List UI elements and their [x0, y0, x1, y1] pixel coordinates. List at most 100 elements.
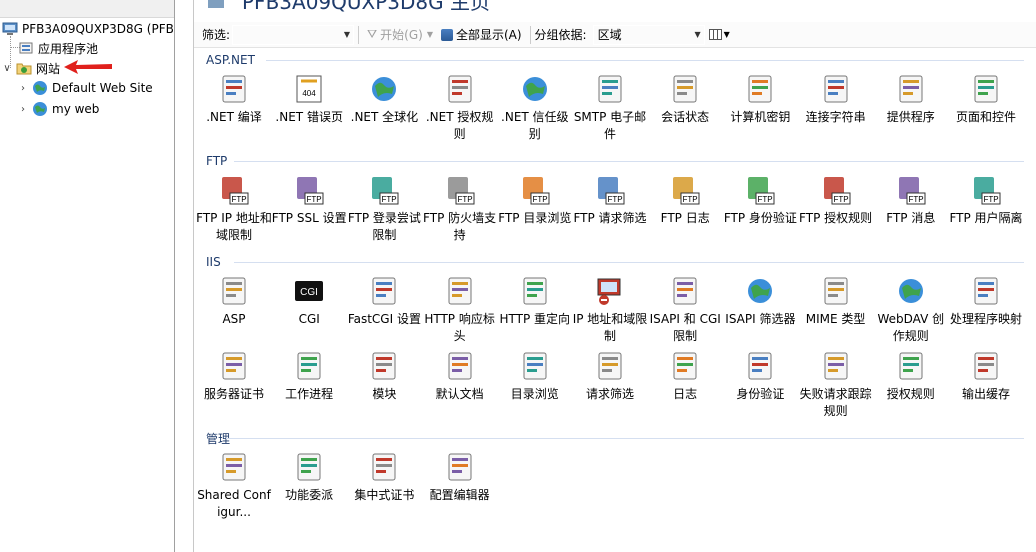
- feature-item[interactable]: 提供程序: [873, 73, 949, 126]
- session-state-icon: [669, 73, 701, 105]
- feature-label: ASP: [222, 312, 246, 326]
- features-view: PFB3A09QUXP3D8G 主页 筛选: ▼ ⛛ 开始(G) ▼ 全部显示(…: [193, 0, 1036, 552]
- feature-item[interactable]: Shared Configur...: [196, 451, 272, 521]
- feature-item[interactable]: HTTP 重定向: [497, 275, 573, 328]
- feature-item[interactable]: 服务器证书: [196, 350, 272, 403]
- tree-node-default-web-site[interactable]: › Default Web Site: [18, 78, 153, 98]
- mime-icon: [820, 275, 852, 307]
- feature-item[interactable]: 页面和控件: [948, 73, 1024, 126]
- feature-item[interactable]: 处理程序映射: [948, 275, 1024, 328]
- feature-item[interactable]: FTP FTP 身份验证: [722, 174, 798, 227]
- feature-item[interactable]: FTP FTP 消息: [873, 174, 949, 227]
- feature-item[interactable]: IP 地址和域限制: [572, 275, 648, 345]
- feature-item[interactable]: FTP FTP 防火墙支持: [422, 174, 498, 244]
- feature-item[interactable]: 默认文档: [422, 350, 498, 403]
- feature-item[interactable]: FTP FTP IP 地址和域限制: [196, 174, 272, 244]
- feature-item[interactable]: .NET 全球化: [346, 73, 422, 126]
- svg-text:FTP: FTP: [457, 195, 472, 204]
- feature-item[interactable]: 目录浏览: [497, 350, 573, 403]
- dropdown-arrow-icon[interactable]: ▼: [344, 30, 350, 39]
- feature-item[interactable]: 失败请求跟踪规则: [798, 350, 874, 420]
- tree-node-my-web[interactable]: › my web: [18, 99, 99, 119]
- feature-label: 输出缓存: [961, 387, 1010, 401]
- feature-item[interactable]: HTTP 响应标头: [422, 275, 498, 345]
- group-header[interactable]: IIS: [206, 254, 221, 270]
- feature-label: SMTP 电子邮件: [573, 110, 647, 141]
- filter-input[interactable]: ▼: [232, 24, 355, 45]
- config-editor-icon: [444, 451, 476, 483]
- group-divider: [226, 438, 1024, 439]
- feature-item[interactable]: 计算机密钥: [722, 73, 798, 126]
- feature-item[interactable]: 会话状态: [647, 73, 723, 126]
- feature-label: 配置编辑器: [429, 488, 490, 502]
- show-all-button[interactable]: 全部显示(A): [437, 25, 526, 45]
- globe-icon: [32, 80, 48, 96]
- feature-item[interactable]: .NET 授权规则: [422, 73, 498, 143]
- feature-label: FTP 日志: [660, 211, 710, 225]
- feature-label: 目录浏览: [510, 387, 559, 401]
- start-filter-button[interactable]: ⛛ 开始(G) ▼: [363, 25, 437, 45]
- svg-text:FTP: FTP: [532, 195, 547, 204]
- feature-label: 提供程序: [886, 110, 935, 124]
- dropdown-arrow-icon[interactable]: ▼: [694, 30, 700, 39]
- server-cert-icon: [218, 350, 250, 382]
- feature-item[interactable]: CGI CGI: [271, 275, 347, 328]
- feature-item[interactable]: 身份验证: [722, 350, 798, 403]
- feature-item[interactable]: FTP FTP 授权规则: [798, 174, 874, 227]
- view-mode-button[interactable]: ▼: [705, 25, 734, 45]
- feature-item[interactable]: 输出缓存: [948, 350, 1024, 403]
- feature-item[interactable]: 配置编辑器: [422, 451, 498, 504]
- feature-label: 日志: [673, 387, 698, 401]
- collapse-chevron-icon[interactable]: ∨: [2, 63, 12, 74]
- tree-node-app-pools[interactable]: 应用程序池: [18, 38, 98, 58]
- feature-item[interactable]: 连接字符串: [798, 73, 874, 126]
- feature-item[interactable]: WebDAV 创作规则: [873, 275, 949, 345]
- group-by-label: 分组依据:: [534, 28, 587, 42]
- ftp-firewall-icon: FTP: [444, 174, 476, 206]
- feature-item[interactable]: 授权规则: [873, 350, 949, 403]
- feature-item[interactable]: 请求筛选: [572, 350, 648, 403]
- shared-config-icon: [218, 451, 250, 483]
- feature-item[interactable]: SMTP 电子邮件: [572, 73, 648, 143]
- feature-item[interactable]: FTP FTP 日志: [647, 174, 723, 227]
- feature-item[interactable]: 日志: [647, 350, 723, 403]
- feature-item[interactable]: FastCGI 设置: [346, 275, 422, 328]
- output-cache-icon: [970, 350, 1002, 382]
- feature-label: 身份验证: [736, 387, 785, 401]
- svg-text:FTP: FTP: [983, 195, 998, 204]
- ftp-logon-icon: FTP: [368, 174, 400, 206]
- feature-item[interactable]: ASP: [196, 275, 272, 328]
- feature-item[interactable]: .NET 编译: [196, 73, 272, 126]
- tree-node-server[interactable]: PFB3A09QUXP3D8G (PFB3A: [2, 19, 174, 39]
- feature-item[interactable]: FTP FTP 请求筛选: [572, 174, 648, 227]
- expand-chevron-icon[interactable]: ›: [18, 83, 28, 94]
- feature-item[interactable]: 应: [1023, 73, 1036, 126]
- feature-item[interactable]: FTP FTP 登录尝试限制: [346, 174, 422, 244]
- tree-node-default-web-site-label: Default Web Site: [52, 81, 153, 95]
- feature-item[interactable]: 工作进程: [271, 350, 347, 403]
- feature-item[interactable]: FTP FTP SSL 设置: [271, 174, 347, 227]
- svg-text:FTP: FTP: [382, 195, 397, 204]
- feature-item[interactable]: FTP FTP 目录浏览: [497, 174, 573, 227]
- feature-item[interactable]: FTP FTP 用户隔离: [948, 174, 1024, 227]
- feature-item[interactable]: ISAPI 和 CGI 限制: [647, 275, 723, 345]
- expand-chevron-icon[interactable]: ›: [18, 104, 28, 115]
- tree-node-sites[interactable]: ∨ 网站: [2, 58, 60, 78]
- feature-item[interactable]: 模块: [346, 350, 422, 403]
- feature-label: .NET 授权规则: [425, 110, 494, 141]
- feature-item[interactable]: 404 .NET 错误页: [271, 73, 347, 126]
- group-header[interactable]: FTP: [206, 153, 227, 169]
- feature-item[interactable]: 功能委派: [271, 451, 347, 504]
- feature-item[interactable]: ISAPI 筛选器: [722, 275, 798, 328]
- feature-item[interactable]: .NET 信任级别: [497, 73, 573, 143]
- feature-item[interactable]: 集中式证书: [346, 451, 422, 504]
- svg-text:FTP: FTP: [908, 195, 923, 204]
- feature-label: .NET 错误页: [275, 110, 343, 124]
- dropdown-arrow-icon: ▼: [723, 30, 730, 39]
- feature-item[interactable]: MIME 类型: [798, 275, 874, 328]
- group-by-select[interactable]: 区域 ▼: [592, 24, 705, 45]
- group-header[interactable]: ASP.NET: [206, 52, 255, 68]
- feature-label: Shared Configur...: [197, 488, 271, 519]
- ftp-user-isolation-icon: FTP: [970, 174, 1002, 206]
- trust-level-icon: [519, 73, 551, 105]
